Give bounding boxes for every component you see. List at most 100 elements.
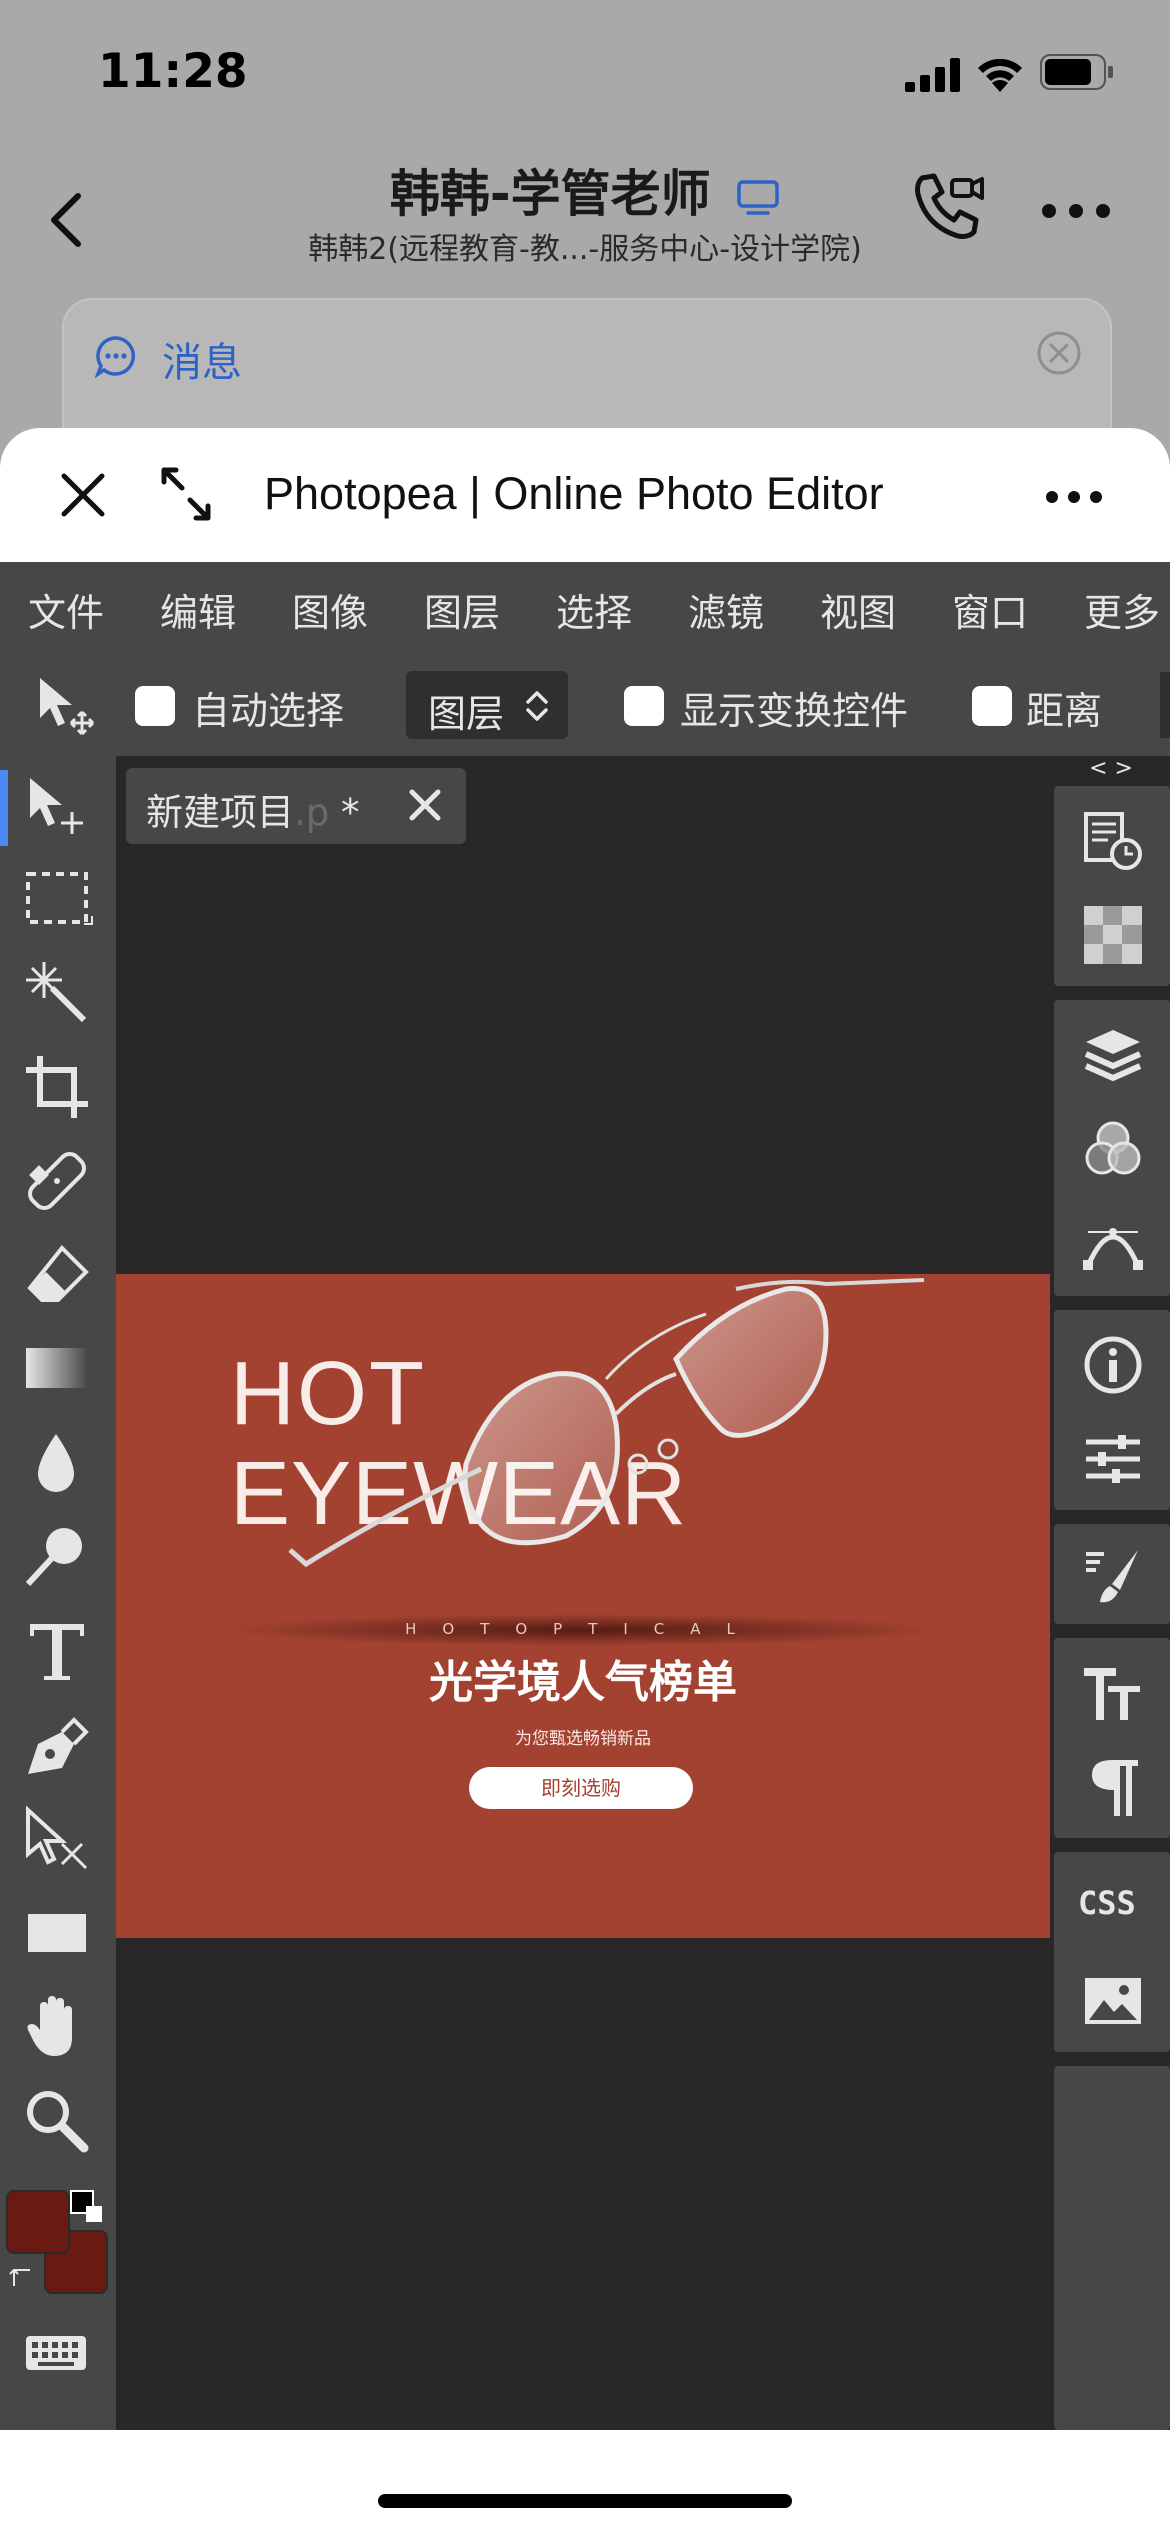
buy-now-button[interactable]: 即刻选购 (469, 1767, 693, 1809)
more-options-icon[interactable] (1040, 202, 1112, 220)
options-bar: 自动选择 图层 显示变换控件 距离 (0, 654, 1170, 756)
gradient-icon (26, 1348, 88, 1388)
panel-group-export: CSS (1054, 1852, 1170, 2052)
paragraph-icon (1092, 1760, 1138, 1816)
tool-move[interactable] (0, 762, 116, 852)
document-tab-name: 新建项目.p * (146, 791, 360, 834)
tool-dodge[interactable] (0, 1512, 116, 1602)
tool-shape[interactable] (0, 1888, 116, 1978)
tool-hand[interactable] (0, 1982, 116, 2072)
toolbox (0, 758, 116, 2430)
close-circle-icon[interactable] (1036, 330, 1082, 376)
type-icon (30, 1624, 84, 1680)
optical-tagline: HOTOPTICAL (405, 1620, 761, 1638)
distance-checkbox[interactable] (972, 686, 1012, 726)
tool-marquee[interactable] (0, 854, 116, 944)
auto-select-checkbox[interactable] (135, 686, 175, 726)
tool-crop[interactable] (0, 1042, 116, 1132)
chat-header: 韩韩-学管老师 韩韩2(远程教育-教...-服务中心-设计学院) (0, 140, 1170, 290)
bandage-icon (28, 1152, 86, 1210)
swap-colors-icon[interactable] (8, 2260, 40, 2292)
panel-group-info (1054, 1310, 1170, 1510)
move-tool-icon (30, 778, 83, 834)
message-card-label: 消息 (162, 340, 242, 386)
foreground-color-swatch[interactable] (6, 2190, 70, 2254)
menu-file[interactable]: 文件 (28, 582, 104, 637)
menu-select[interactable]: 选择 (556, 582, 632, 637)
panel-history[interactable] (1054, 792, 1170, 886)
phone-video-call-icon[interactable] (912, 170, 988, 240)
right-panel: < > CSS (1052, 756, 1170, 2430)
document-tab[interactable]: 新建项目.p * (126, 768, 466, 844)
menu-filter[interactable]: 滤镜 (688, 582, 764, 637)
tool-path-select[interactable] (0, 1794, 116, 1884)
sliders-icon (1086, 1435, 1140, 1483)
panel-css[interactable]: CSS (1054, 1858, 1170, 1952)
panel-channels[interactable] (1054, 1100, 1170, 1194)
panel-brush[interactable] (1054, 1528, 1170, 1622)
color-swatches[interactable] (6, 2190, 110, 2300)
tool-magic-wand[interactable] (0, 948, 116, 1038)
brush-settings-icon (1086, 1550, 1138, 1603)
bottom-safe-area (0, 2430, 1170, 2532)
tool-eraser[interactable] (0, 1230, 116, 1320)
menu-image[interactable]: 图像 (292, 582, 368, 637)
panel-paragraph[interactable] (1054, 1738, 1170, 1832)
chat-title: 韩韩-学管老师 (0, 154, 1170, 226)
layers-icon (1084, 1030, 1142, 1082)
panel-properties[interactable] (1054, 1410, 1170, 1504)
menu-more[interactable]: 更多 (1084, 582, 1160, 637)
menu-window[interactable]: 窗口 (952, 582, 1028, 637)
menu-view[interactable]: 视图 (820, 582, 896, 637)
info-icon (1084, 1336, 1142, 1394)
expand-icon[interactable] (158, 464, 214, 524)
subline-text: 为您甄选畅销新品 (515, 1729, 651, 1749)
pen-nib-icon (28, 1717, 89, 1774)
panel-group-layers (1054, 1000, 1170, 1296)
dodge-icon (25, 1528, 82, 1587)
cellular-signal-icon (905, 58, 960, 92)
chat-title-text: 韩韩-学管老师 (389, 165, 711, 223)
image-icon (1085, 1978, 1141, 2024)
battery-icon (1040, 54, 1113, 90)
wifi-icon (978, 58, 1022, 92)
more-options-icon[interactable] (1045, 490, 1103, 504)
tool-gradient[interactable] (0, 1324, 116, 1414)
tool-blur[interactable] (0, 1418, 116, 1508)
panel-collapse-arrows[interactable]: < > (1052, 756, 1170, 784)
show-transform-checkbox[interactable] (624, 686, 664, 726)
canvas-area[interactable]: 新建项目.p * HOT EYEWEAR HOTOPTICAL 光学境人气榜单 … (116, 756, 1052, 2430)
panel-group-brush (1054, 1524, 1170, 1624)
panel-image[interactable] (1054, 1952, 1170, 2046)
photopea-app: 文件 编辑 图像 图层 选择 滤镜 视图 窗口 更多 自动选择 图层 显示变换控… (0, 562, 1170, 2430)
panel-group-type (1054, 1638, 1170, 1838)
panel-layers[interactable] (1054, 1006, 1170, 1100)
keyboard-icon[interactable] (24, 2334, 88, 2374)
panel-character[interactable] (1054, 1644, 1170, 1738)
tool-type[interactable] (0, 1606, 116, 1696)
channels-icon (1085, 1121, 1141, 1175)
close-tab-icon[interactable] (406, 786, 444, 824)
close-icon[interactable] (56, 468, 110, 522)
history-icon (1084, 812, 1142, 870)
tool-pen[interactable] (0, 1700, 116, 1790)
eyeglasses-image (288, 1278, 925, 1568)
home-indicator[interactable] (378, 2494, 792, 2508)
marquee-icon (26, 872, 93, 925)
sheet-toolbar: Photopea | Online Photo Editor (0, 428, 1170, 562)
artboard[interactable]: HOT EYEWEAR HOTOPTICAL 光学境人气榜单 为您甄选畅销新品 … (116, 1274, 1050, 1938)
panel-paths[interactable] (1054, 1196, 1170, 1290)
crop-icon (26, 1056, 88, 1118)
hand-icon (27, 1996, 72, 2056)
page-title: Photopea | Online Photo Editor (264, 468, 884, 519)
panel-info[interactable] (1054, 1316, 1170, 1410)
layer-select-dropdown[interactable]: 图层 (406, 671, 568, 739)
desktop-online-icon (737, 179, 779, 215)
tool-healing[interactable] (0, 1136, 116, 1226)
menu-edit[interactable]: 编辑 (160, 582, 236, 637)
tool-zoom[interactable] (0, 2076, 116, 2166)
paths-curve-icon (1083, 1228, 1143, 1270)
menu-layer[interactable]: 图层 (424, 582, 500, 637)
panel-swatches[interactable] (1054, 886, 1170, 980)
eraser-icon (27, 1245, 89, 1302)
